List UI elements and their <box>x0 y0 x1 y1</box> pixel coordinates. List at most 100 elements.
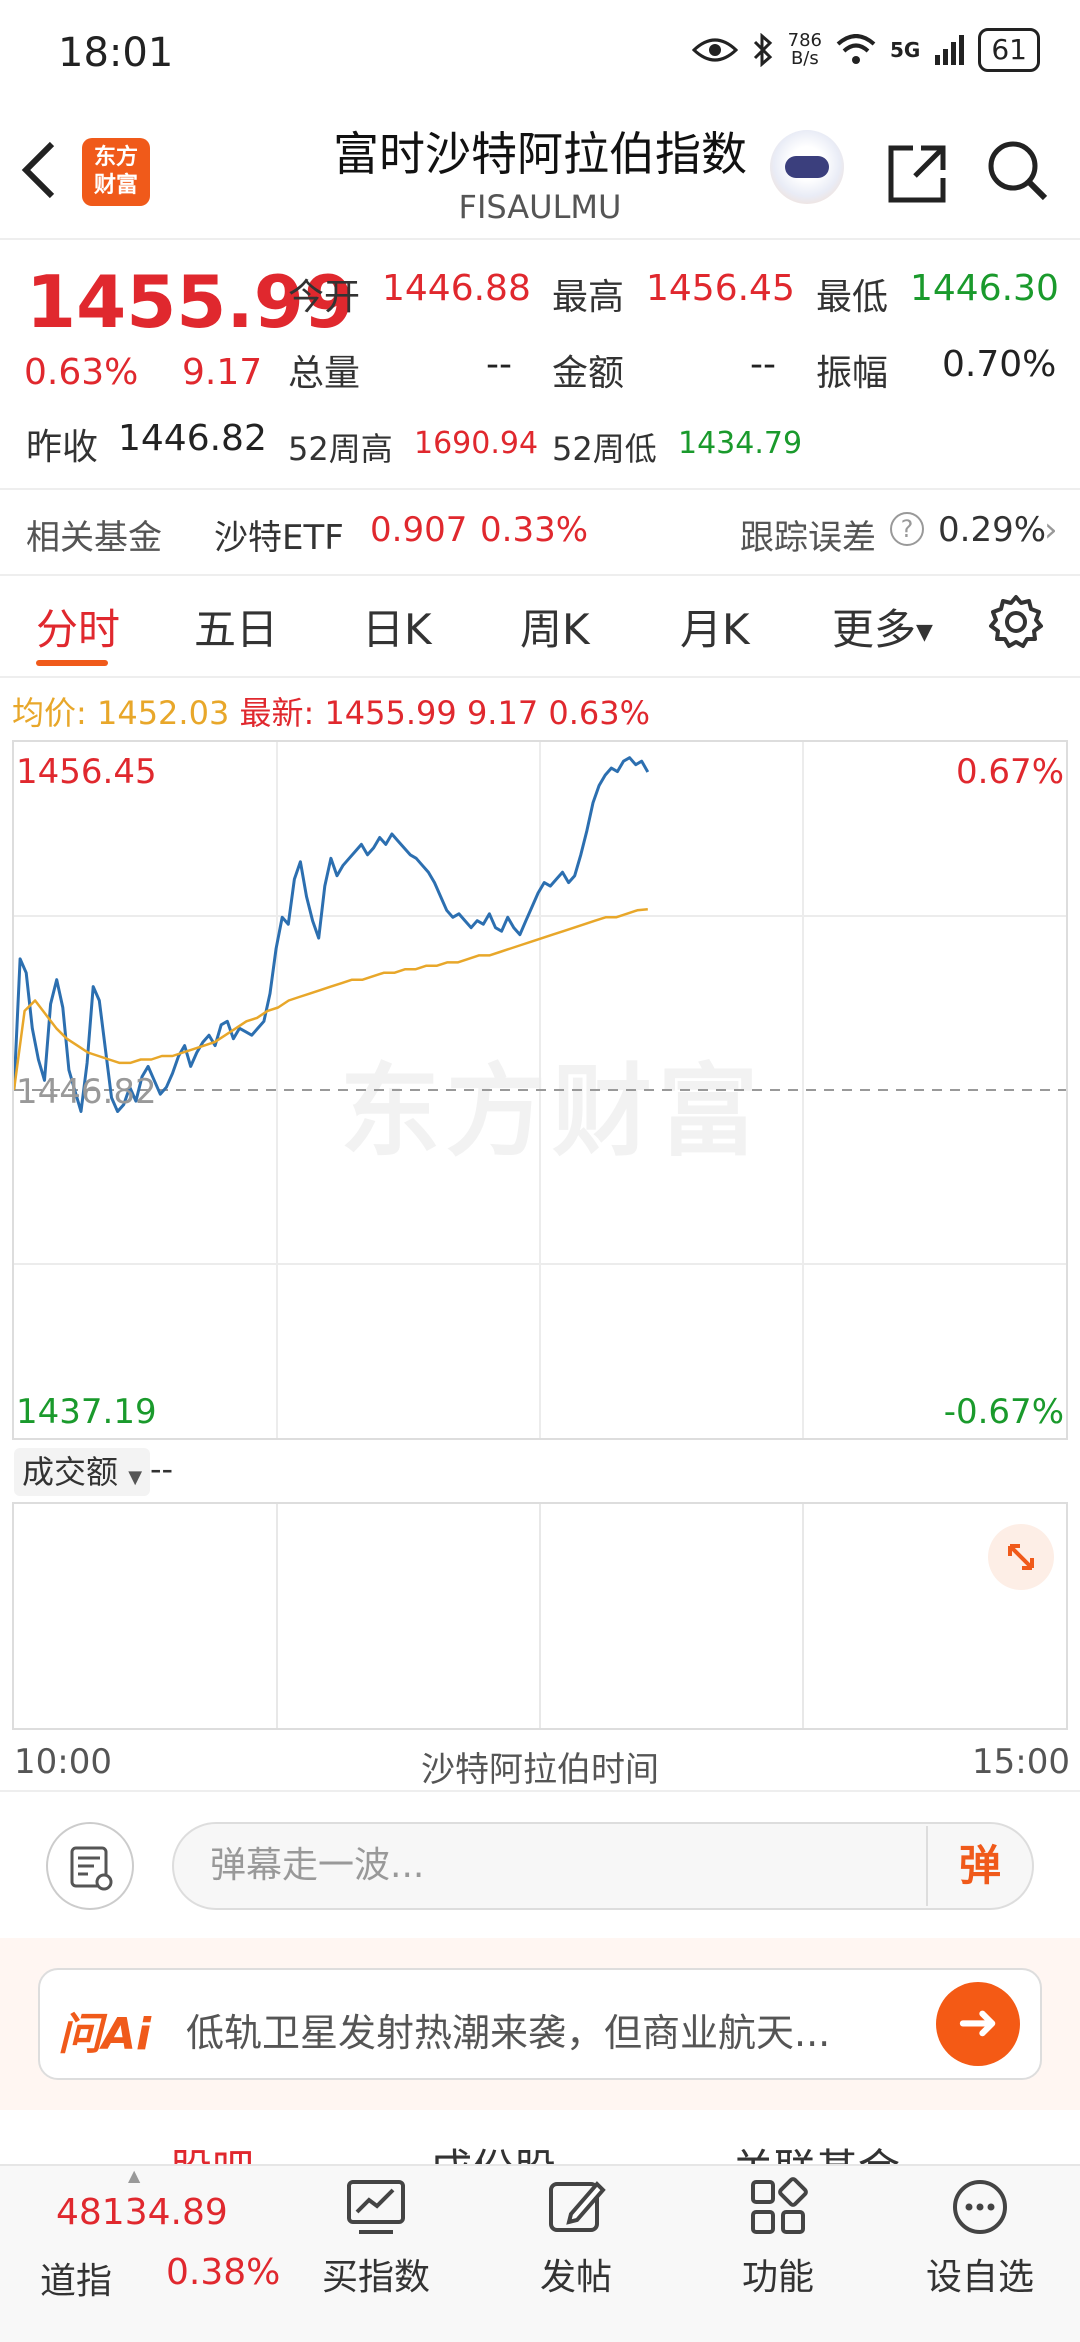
tabs-divider <box>0 676 1080 678</box>
nav-buy-index-label: 买指数 <box>321 2257 430 2298</box>
volume-selector[interactable]: 成交额 ▼ <box>14 1448 151 1496</box>
fund-change: 0.33% <box>480 510 589 550</box>
grid-icon <box>751 2177 808 2234</box>
expand-icon[interactable] <box>988 1524 1054 1590</box>
time-end: 15:00 <box>972 1742 1070 1782</box>
tab-more-label: 更多 <box>832 605 917 654</box>
volume-label: 总量 <box>288 353 361 394</box>
amount-value: -- <box>750 344 776 385</box>
fund-name[interactable]: 沙特ETF <box>214 510 344 559</box>
barrage-send-button[interactable]: 弹 <box>926 1826 1032 1906</box>
chart-top-pct: 0.67% <box>955 752 1064 792</box>
high-value: 1456.45 <box>646 268 795 309</box>
fund-price: 0.907 <box>370 510 468 550</box>
related-fund-row[interactable]: 相关基金 沙特ETF 0.907 0.33% 跟踪误差 ? 0.29% › <box>0 490 1080 574</box>
chart-bottom-pct: -0.67% <box>943 1392 1064 1432</box>
tab-intraday[interactable]: 分时 <box>36 596 120 657</box>
signal-label: 5G <box>890 38 921 62</box>
status-time: 18:01 <box>58 30 174 76</box>
tab-five-day[interactable]: 五日 <box>194 596 278 657</box>
change-value: 9.17 <box>182 352 263 393</box>
barrage-input[interactable]: 弹幕走一波... <box>172 1822 1034 1910</box>
low-label: 最低 <box>816 277 889 318</box>
share-icon[interactable] <box>885 142 949 210</box>
nav-add-watchlist[interactable]: 设自选 <box>900 2176 1060 2300</box>
header: 东方 财富 富时沙特阿拉伯指数 FISAULMU <box>0 110 1080 240</box>
status-bar: 18:01 786 B/s 5G 61 <box>0 0 1080 100</box>
more-dots-icon <box>953 2180 1007 2234</box>
latest-label: 最新: <box>239 694 315 732</box>
chart-ref-price: 1446.82 <box>16 1072 157 1112</box>
dropdown-caret-icon: ▼ <box>128 1467 143 1488</box>
latest-change-pct: 0.63% <box>548 694 651 732</box>
caret-up-icon: ▲ <box>128 2166 141 2185</box>
intraday-chart-svg <box>14 742 1066 1438</box>
search-icon[interactable] <box>985 138 1049 206</box>
dow-value[interactable]: 48134.89 <box>56 2192 228 2233</box>
header-divider <box>0 238 1080 240</box>
edit-icon <box>549 2181 606 2232</box>
avg-price-value: 1452.03 <box>96 694 230 732</box>
nav-add-watchlist-label: 设自选 <box>925 2257 1034 2298</box>
nav-functions-label: 功能 <box>741 2257 814 2298</box>
dow-pct: 0.38% <box>166 2252 281 2293</box>
tracking-error-value: 0.29% <box>938 510 1047 550</box>
nav-post[interactable]: 发帖 <box>496 2176 656 2300</box>
help-icon[interactable]: ? <box>890 512 924 546</box>
volume-value: -- <box>486 344 512 385</box>
chart-bottom-price: 1437.19 <box>16 1392 157 1432</box>
wifi-icon <box>836 34 876 64</box>
signal-icon <box>935 35 965 65</box>
nav-functions[interactable]: 功能 <box>698 2176 858 2300</box>
status-icons: 786 B/s 5G 61 <box>691 28 1040 72</box>
ai-logo: 问Ai <box>58 2009 152 2060</box>
dropdown-caret-icon: ▼ <box>916 620 933 645</box>
avg-price-label: 均价: <box>12 694 87 732</box>
amplitude-value: 0.70% <box>942 344 1057 385</box>
related-fund-label: 相关基金 <box>26 518 162 558</box>
active-tab-indicator <box>36 660 108 666</box>
latest-change: 9.17 <box>466 694 539 732</box>
ai-headline[interactable]: 低轨卫星发射热潮来袭，但商业航天... <box>186 2002 906 2057</box>
latest-value: 1455.99 <box>324 694 457 732</box>
chart-top-price: 1456.45 <box>16 752 157 792</box>
low-value: 1446.30 <box>910 268 1059 309</box>
net-speed: 786 B/s <box>787 30 823 69</box>
chart-bottom-divider <box>0 1790 1080 1792</box>
summary-line: 均价: 1452.03 最新: 1455.99 9.17 0.63% <box>12 688 650 734</box>
tab-weekly-k[interactable]: 周K <box>520 596 590 657</box>
change-pct: 0.63% <box>24 352 139 393</box>
tab-monthly-k[interactable]: 月K <box>680 596 750 657</box>
chart-line-icon <box>347 2180 405 2234</box>
time-zone-label: 沙特阿拉伯时间 <box>421 1750 659 1790</box>
nav-post-label: 发帖 <box>539 2257 612 2298</box>
dow-label[interactable]: 道指 <box>40 2252 112 2304</box>
prev-close-value: 1446.82 <box>118 418 267 459</box>
wk52-high-label: 52周高 <box>288 430 393 468</box>
high-label: 最高 <box>552 277 625 318</box>
wk52-high-value: 1690.94 <box>414 426 539 461</box>
tab-daily-k[interactable]: 日K <box>362 596 432 657</box>
amount-label: 金额 <box>552 353 625 394</box>
intraday-chart[interactable]: 1456.45 0.67% 1446.82 1437.19 -0.67% <box>12 740 1068 1440</box>
fund-divider <box>0 574 1080 576</box>
chevron-right-icon: › <box>1044 510 1058 550</box>
nav-buy-index[interactable]: 买指数 <box>296 2176 456 2300</box>
tab-more[interactable]: 更多▼ <box>832 596 933 657</box>
settings-gear-icon[interactable] <box>988 594 1044 654</box>
open-value: 1446.88 <box>382 268 531 309</box>
volume-chart[interactable] <box>12 1502 1068 1730</box>
robot-assistant-icon[interactable] <box>770 130 844 204</box>
volume-selector-label: 成交额 <box>22 1453 119 1491</box>
battery-icon: 61 <box>978 28 1040 72</box>
wk52-low-label: 52周低 <box>552 430 657 468</box>
wk52-low-value: 1434.79 <box>678 426 803 461</box>
bluetooth-icon <box>753 33 772 67</box>
prev-close-label: 昨收 <box>26 427 99 468</box>
amplitude-label: 振幅 <box>816 353 889 394</box>
barrage-settings-icon[interactable] <box>46 1822 134 1910</box>
tracking-error-label: 跟踪误差 <box>740 518 876 558</box>
volume-value: -- <box>150 1450 174 1488</box>
bottom-nav: ▲ 48134.89 道指 0.38% 买指数 发帖 功能 设自选 <box>0 2164 1080 2342</box>
arrow-right-icon[interactable]: ➜ <box>936 1982 1020 2066</box>
